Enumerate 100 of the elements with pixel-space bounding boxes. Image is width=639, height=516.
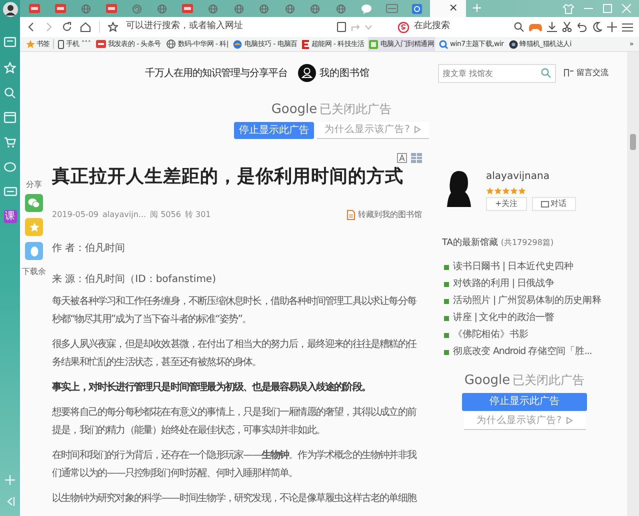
share-count: 转 301 [184,209,211,221]
stop-ad-button[interactable]: 停止显示此广告 [462,392,587,410]
share-icon[interactable] [351,22,360,32]
scissors-icon[interactable] [562,22,572,32]
collection-link[interactable]: 《佛陀相佑》书影 [442,326,528,344]
article-paragraph: 在时间和我们的行为背后，还存在一个隐形玩家——生物钟。作为学术概念的生物钟并非我们通常以为的——只控制我们何时苏醒、何时入睡那样简单。 [52,448,418,481]
more-share-label[interactable]: 下载余 [22,266,46,278]
save-to-library-button[interactable]: 转藏到我的图书馆 [347,209,422,221]
chat-bubble-icon [360,4,372,14]
live-box-icon[interactable] [4,187,16,196]
collection-link[interactable]: 彻底改变 Android 存储空间「胜... [442,344,592,360]
globe-icon [284,4,295,14]
globe-icon [234,4,244,14]
address-field[interactable]: 可以进行搜索，或者输入网址 [126,20,326,34]
forward-icon[interactable] [44,22,54,32]
message-link[interactable]: 留言交流 [576,67,608,79]
source-line: 来 源：伯凡时间（ID：bofanstime) [52,272,217,287]
play-icon [414,126,421,133]
stop-ad-button[interactable]: 停止显示此广告 [234,122,314,139]
chat-button[interactable]: 对话 [532,197,576,211]
read-count: 阅 5056 [150,209,181,221]
e-logo-icon [302,40,310,48]
magnifier-icon [438,40,448,48]
collection-link[interactable]: 对铁路的利用 | 日俄战争 [442,276,554,292]
document-icon [347,210,355,220]
app-tile[interactable]: 课 [4,210,16,223]
share-label: 分享 [26,179,42,191]
globe-icon [80,4,91,14]
chat-bubble-icon[interactable] [4,162,16,173]
tab-logo-icon [54,4,66,13]
article-title: 真正拉开人生差距的，是你利用时间的方式 [52,165,404,189]
search-field[interactable]: 在此搜索 [414,20,509,34]
caret-icon[interactable] [365,24,372,30]
globe-icon [157,4,168,14]
search-icon[interactable] [514,22,524,32]
download-icon[interactable] [547,22,557,32]
star-icon[interactable] [4,62,16,74]
globe-icon [166,39,176,49]
globe-icon [208,4,218,14]
article-paragraph: 每天被各种学习和工作任务缠身，不断压缩休息时长，借助各种时间管理工具以求让每分每秒都“物尽其用”成为了当下奋斗者的标准“姿势”。 [52,294,418,327]
penguin-icon [30,246,38,256]
author-link[interactable]: alayavijn... [102,209,146,221]
globe-icon [259,4,270,14]
cart-icon[interactable] [4,137,16,148]
publish-date: 2019-05-09 [52,209,98,221]
wechat-share-button[interactable] [25,194,43,212]
bookmark-star-icon[interactable] [108,22,118,32]
font-size-icon[interactable] [397,153,407,163]
shirt-icon[interactable] [563,4,574,14]
gamepad-icon[interactable] [529,22,542,32]
collection-link[interactable]: 读书日爾书 | 日本近代史四种 [442,258,574,276]
scrollbar[interactable] [627,52,639,516]
tab-logo-icon [29,4,40,13]
follow-button[interactable]: +关注 [486,197,527,211]
my-library-link[interactable]: 我的图书馆 [320,66,370,80]
swirl-icon [132,4,142,14]
favorite-share-button[interactable] [25,218,43,236]
qq-share-button[interactable] [25,242,43,260]
panel-icon[interactable] [4,112,16,123]
scrollbar-thumb[interactable] [630,134,636,150]
collapse-icon[interactable] [6,497,14,506]
avatar-icon [2,2,18,17]
ring-logo-icon [412,4,422,14]
site-search-field[interactable]: 搜文章 找馆友 [438,64,556,82]
ad-closed-text: 已关闭此广告 [320,101,392,118]
article-paragraph: 想要将自己的每分每秒都花在有意义的事情上，只是我们一厢情愿的奢望，其得以成立的前提是，我们的精力（能量）始终处在最佳状态，可事实却并非如此。 [52,406,418,438]
article-paragraph: 事实上，对时长进行管理只是时间管理最为初级、也是最容易误入歧途的阶段。 [52,380,372,395]
reload-icon[interactable] [62,22,72,32]
menu-icon[interactable] [622,22,633,32]
layout-icon[interactable] [411,153,422,163]
author-name: alayavijnana [486,170,550,184]
ad-closed-text: 已关闭此广告 [512,372,585,388]
site-logo-icon [96,40,106,48]
round-logo-icon [508,40,518,48]
google-label: Google [464,372,510,390]
back-icon[interactable] [26,22,36,32]
search-engine-icon[interactable] [398,22,409,32]
undo-icon[interactable] [577,22,588,32]
tab-logo-icon [106,4,117,13]
chat-box-icon[interactable] [4,37,16,47]
library-user-icon[interactable] [298,64,316,82]
maximize-icon[interactable] [603,4,612,13]
close-icon[interactable] [622,4,631,13]
collection-link[interactable]: 活动照片 | 广州贸易体制的历史阐释 [442,292,602,310]
play-icon [566,416,573,424]
message-icon [564,69,574,77]
page-icon[interactable] [337,22,346,32]
home-icon[interactable] [80,22,91,32]
google-label: Google [271,101,318,119]
site-slogan: 千万人在用的知识管理与分享平台 [145,66,288,80]
plus-icon[interactable] [607,22,617,32]
ball-icon [233,40,242,48]
browser-tab[interactable]: × [430,0,466,17]
phone-icon [58,40,64,48]
tab-logo-icon [182,4,194,13]
collection-link[interactable]: 讲座 | 文化中的政治一瞥 [442,310,554,326]
article-paragraph: 以生物钟为研究对象的科学——时间生物学，研究发现，不论是像草履虫这样古老的单细胞 [52,492,418,506]
moon-icon[interactable] [593,22,602,32]
globe-icon [310,4,320,14]
globe-icon [336,4,346,14]
